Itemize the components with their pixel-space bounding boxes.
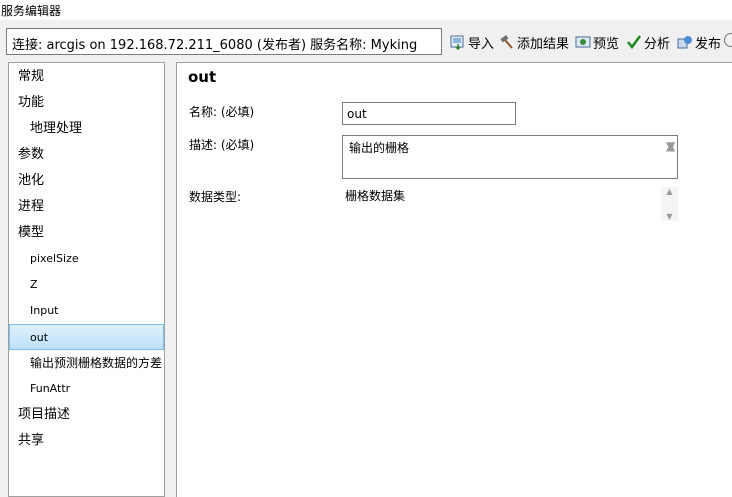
sidebar-item-general[interactable]: 常规: [9, 64, 164, 90]
sidebar-item-processes[interactable]: 进程: [9, 194, 164, 220]
page-title: out: [188, 68, 217, 86]
title-bar: 服务编辑器: [0, 0, 732, 20]
publish-button[interactable]: 发布: [677, 32, 721, 52]
sidebar-item-out[interactable]: out: [9, 324, 164, 350]
connection-field: 连接: arcgis on 192.168.72.211_6080 (发布者) …: [6, 28, 442, 55]
description-label: 描述: (必填): [189, 138, 255, 152]
sidebar-item-geoprocessing[interactable]: 地理处理: [9, 116, 164, 142]
preview-label: 预览: [593, 36, 620, 52]
sidebar-item-input[interactable]: Input: [9, 298, 164, 324]
data-type-value: 栅格数据集: [345, 189, 406, 203]
scroll-down-icon[interactable]: ▼: [666, 139, 675, 153]
analyze-button[interactable]: 分析: [626, 32, 670, 52]
scroll-down-icon[interactable]: ▼: [666, 212, 672, 221]
more-options-icon[interactable]: [724, 33, 732, 47]
window-title: 服务编辑器: [1, 4, 62, 18]
sidebar-item-model[interactable]: 模型: [9, 220, 164, 246]
checkmark-icon: [626, 34, 642, 50]
preview-button[interactable]: 预览: [575, 32, 619, 52]
sidebar-item-z[interactable]: Z: [9, 272, 164, 298]
sidebar-item-item-description[interactable]: 项目描述: [9, 402, 164, 428]
data-type-label: 数据类型:: [189, 190, 242, 204]
publish-icon: [677, 34, 693, 50]
add-result-label: 添加结果: [517, 36, 570, 52]
sidebar-item-parameters[interactable]: 参数: [9, 142, 164, 168]
sidebar-item-pooling[interactable]: 池化: [9, 168, 164, 194]
parameter-panel: out 名称: (必填) 描述: (必填) 输出的栅格 ▲ ▼ 数据类型: 栅格…: [176, 62, 732, 497]
description-scrollbar[interactable]: ▲ ▼: [660, 136, 677, 178]
description-value: 输出的栅格: [349, 141, 410, 155]
scroll-up-icon[interactable]: ▲: [666, 187, 672, 196]
description-field[interactable]: 输出的栅格 ▲ ▼: [342, 135, 678, 179]
name-field[interactable]: [342, 102, 516, 125]
preview-icon: [575, 34, 591, 50]
analyze-label: 分析: [644, 36, 671, 52]
sidebar-item-pixelsize[interactable]: pixelSize: [9, 246, 164, 272]
data-type-scrollbar[interactable]: ▲ ▼: [661, 187, 678, 221]
sidebar-item-capabilities[interactable]: 功能: [9, 90, 164, 116]
sidebar-nav: 常规 功能 地理处理 参数 池化 进程 模型 pixelSize Z Input…: [8, 62, 165, 497]
import-icon: [450, 34, 466, 51]
connection-text: 连接: arcgis on 192.168.72.211_6080 (发布者) …: [12, 38, 418, 53]
sidebar-item-sharing[interactable]: 共享: [9, 428, 164, 454]
sidebar-item-variance[interactable]: 输出预测栅格数据的方差: [9, 350, 164, 376]
import-label: 导入: [468, 36, 495, 52]
import-button[interactable]: 导入: [450, 32, 494, 52]
sidebar-item-funattr[interactable]: FunAttr: [9, 376, 164, 402]
hammer-icon: [499, 34, 515, 50]
publish-label: 发布: [695, 36, 722, 52]
add-result-button[interactable]: 添加结果: [499, 32, 569, 52]
name-label: 名称: (必填): [189, 105, 255, 119]
